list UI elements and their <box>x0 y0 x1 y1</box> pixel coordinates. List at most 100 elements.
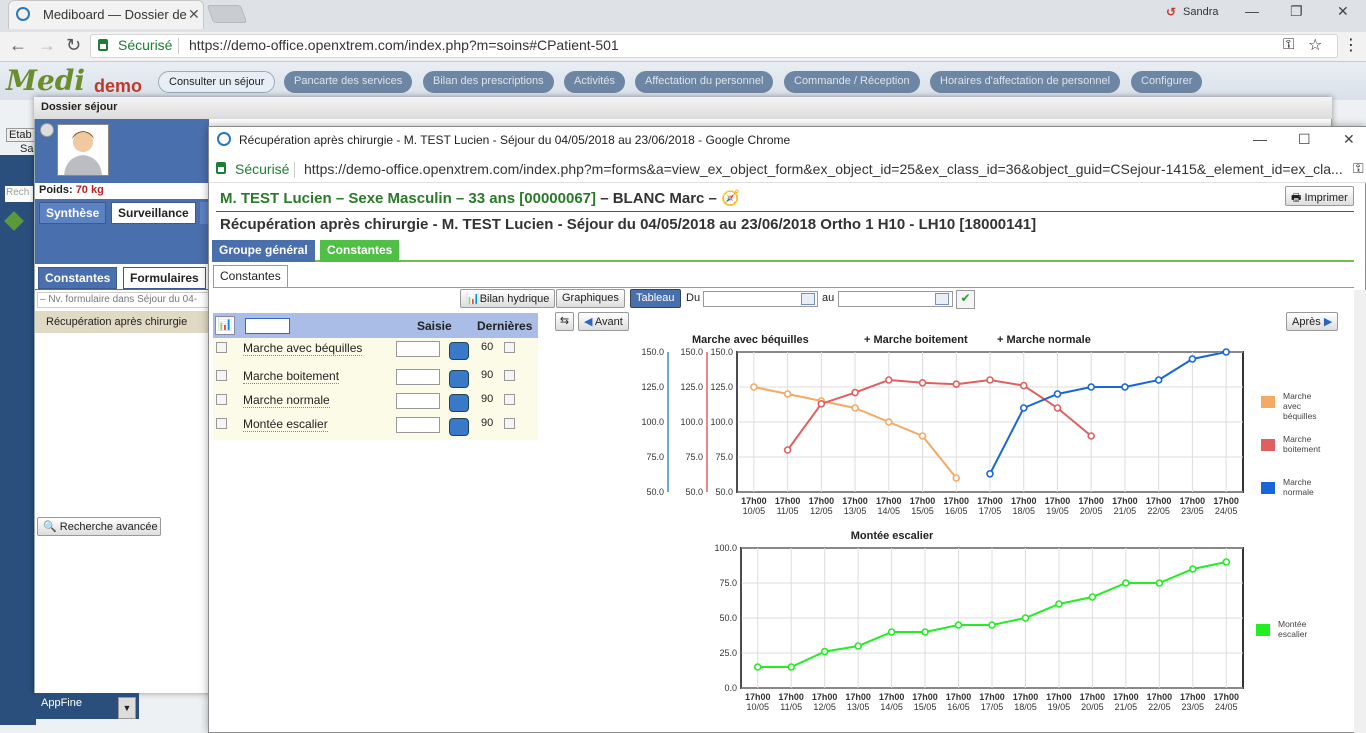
print-button[interactable]: 🖶 Imprimer <box>1285 186 1354 206</box>
x-tick-label: 17h00 <box>1045 496 1071 506</box>
comment-bubble-icon[interactable] <box>449 342 469 360</box>
tab-synthese[interactable]: Synthèse <box>39 202 107 224</box>
dossier-title: Dossier séjour <box>34 97 1332 119</box>
patient-info-icon[interactable]: 🧭 <box>721 190 740 207</box>
row-checkbox[interactable] <box>216 418 227 429</box>
legend-swatch <box>1261 482 1275 494</box>
row-checkbox[interactable] <box>216 370 227 381</box>
praticien-label: – BLANC Marc – <box>600 190 717 207</box>
profile-name[interactable]: Sandra <box>1183 6 1218 18</box>
saisie-input[interactable] <box>396 369 440 385</box>
menu-dots-icon[interactable]: ⋮ <box>1343 35 1359 55</box>
patient-radio[interactable] <box>40 123 54 137</box>
tab-surveillance[interactable]: Surveillance <box>111 202 196 224</box>
favicon-icon <box>16 7 30 21</box>
new-form-select[interactable]: – Nv. formulaire dans Séjour du 04- <box>37 292 209 308</box>
printer-icon: 🖶 <box>1291 192 1302 204</box>
data-point <box>952 474 961 482</box>
bilan-hydrique-button[interactable]: 📊Bilan hydrique <box>460 289 556 308</box>
subtab-constantes[interactable]: Constantes <box>38 267 118 289</box>
popup-minimize-button[interactable]: — <box>1253 131 1267 147</box>
comment-bubble-icon[interactable] <box>449 418 469 436</box>
key-icon[interactable]: ⚿ <box>1283 36 1294 53</box>
calendar-from-icon[interactable] <box>801 293 815 305</box>
chart-marche: Marche avec béquilles + Marche boitement +… <box>641 334 1320 516</box>
last-checkbox[interactable] <box>504 370 515 381</box>
calendar-to-icon[interactable] <box>935 293 949 305</box>
data-point <box>1021 614 1030 622</box>
bg-etab-label: Etab <box>6 128 35 142</box>
saisie-input[interactable] <box>396 417 440 433</box>
row-checkbox[interactable] <box>216 394 227 405</box>
chart-toggle-icon[interactable]: 📊 <box>215 316 235 335</box>
tab-close-icon[interactable]: ✕ <box>188 6 200 23</box>
popup-key-icon[interactable]: ⚿ <box>1353 160 1364 177</box>
x-tick-label: 17h00 <box>778 692 804 702</box>
appfine-dropdown-icon[interactable]: ▼ <box>118 697 136 719</box>
form-list-item[interactable]: Récupération après chirurgie <box>35 311 209 333</box>
row-checkbox[interactable] <box>216 342 227 353</box>
tableau-button[interactable]: Tableau <box>630 289 681 308</box>
advanced-search-button[interactable]: 🔍 Recherche avancée <box>37 517 161 536</box>
nav-pancarte-services[interactable]: Pancarte des services <box>284 71 413 93</box>
comment-bubble-icon[interactable] <box>449 370 469 388</box>
x-tick-label: 17h00 <box>1046 692 1072 702</box>
data-point <box>1087 432 1096 440</box>
col-saisie: Saisie <box>417 319 452 333</box>
popup-lock-icon <box>216 162 226 174</box>
last-checkbox[interactable] <box>504 394 515 405</box>
validate-dates-button[interactable]: ✔ <box>956 290 975 309</box>
col-dernieres: Dernières <box>477 319 533 333</box>
popup-url-text[interactable]: https://demo-office.openxtrem.com/index.… <box>304 161 1344 177</box>
nav-configurer[interactable]: Configurer <box>1131 71 1203 93</box>
tab-constantes-group[interactable]: Constantes <box>320 240 400 262</box>
nav-affectation-personnel[interactable]: Affectation du personnel <box>635 71 774 93</box>
graphiques-button[interactable]: Graphiques <box>556 289 625 308</box>
data-point <box>1055 600 1063 608</box>
saisie-input[interactable] <box>396 393 440 409</box>
data-point <box>1019 404 1028 412</box>
table-filter-input[interactable] <box>245 318 290 334</box>
last-value: 90 <box>481 417 494 429</box>
nav-horaires-affectation[interactable]: Horaires d'affectation de personnel <box>930 71 1121 93</box>
tab-constantes-section[interactable]: Constantes <box>213 265 288 288</box>
subtab-formulaires[interactable]: Formulaires <box>123 267 206 289</box>
swap-icon[interactable]: ⇆ <box>555 312 574 331</box>
nav-bilan-prescriptions[interactable]: Bilan des prescriptions <box>423 71 554 93</box>
minimize-button[interactable]: — <box>1245 3 1259 19</box>
close-window-button[interactable]: ✕ <box>1337 3 1349 20</box>
last-checkbox[interactable] <box>504 418 515 429</box>
data-point <box>954 621 963 629</box>
x-tick-label: 17h00 <box>876 496 902 506</box>
saisie-input[interactable] <box>396 341 440 357</box>
bg-search-field[interactable]: Rech <box>5 186 33 202</box>
x-tick-label: 11/05 <box>777 506 799 516</box>
forward-icon[interactable]: → <box>38 35 56 56</box>
nav-activites[interactable]: Activités <box>564 71 625 93</box>
x-tick-label: 17h00 <box>1080 692 1106 702</box>
maximize-button[interactable]: ❐ <box>1290 3 1303 20</box>
popup-scrollbar[interactable] <box>1354 290 1366 733</box>
tab-groupe-general[interactable]: Groupe général <box>212 240 315 262</box>
nav-commande-reception[interactable]: Commande / Réception <box>784 71 920 93</box>
legend-label: Montée <box>1278 619 1307 629</box>
bookmark-star-icon[interactable]: ☆ <box>1308 35 1322 55</box>
last-checkbox[interactable] <box>504 342 515 353</box>
reload-icon[interactable]: ↻ <box>66 35 81 56</box>
url-text[interactable]: https://demo-office.openxtrem.com/index.… <box>189 37 619 53</box>
magnifier-icon: 🔍 <box>43 521 57 533</box>
data-point <box>817 400 826 408</box>
comment-bubble-icon[interactable] <box>449 394 469 412</box>
data-point <box>1188 355 1197 363</box>
data-point <box>1155 579 1164 587</box>
data-point <box>783 446 792 454</box>
new-tab-button[interactable] <box>206 5 248 23</box>
popup-maximize-button[interactable]: ☐ <box>1298 131 1311 148</box>
nav-consulter-sejour[interactable]: Consulter un séjour <box>158 71 276 93</box>
back-icon[interactable]: ← <box>9 35 27 56</box>
browser-tab[interactable]: Mediboard — Dossier de <box>8 0 204 29</box>
row-label: Marche normale <box>243 393 330 408</box>
popup-close-button[interactable]: ✕ <box>1343 131 1355 148</box>
user-profile-icon[interactable]: ↺ <box>1166 5 1176 19</box>
app-logo: Medi <box>6 64 86 97</box>
